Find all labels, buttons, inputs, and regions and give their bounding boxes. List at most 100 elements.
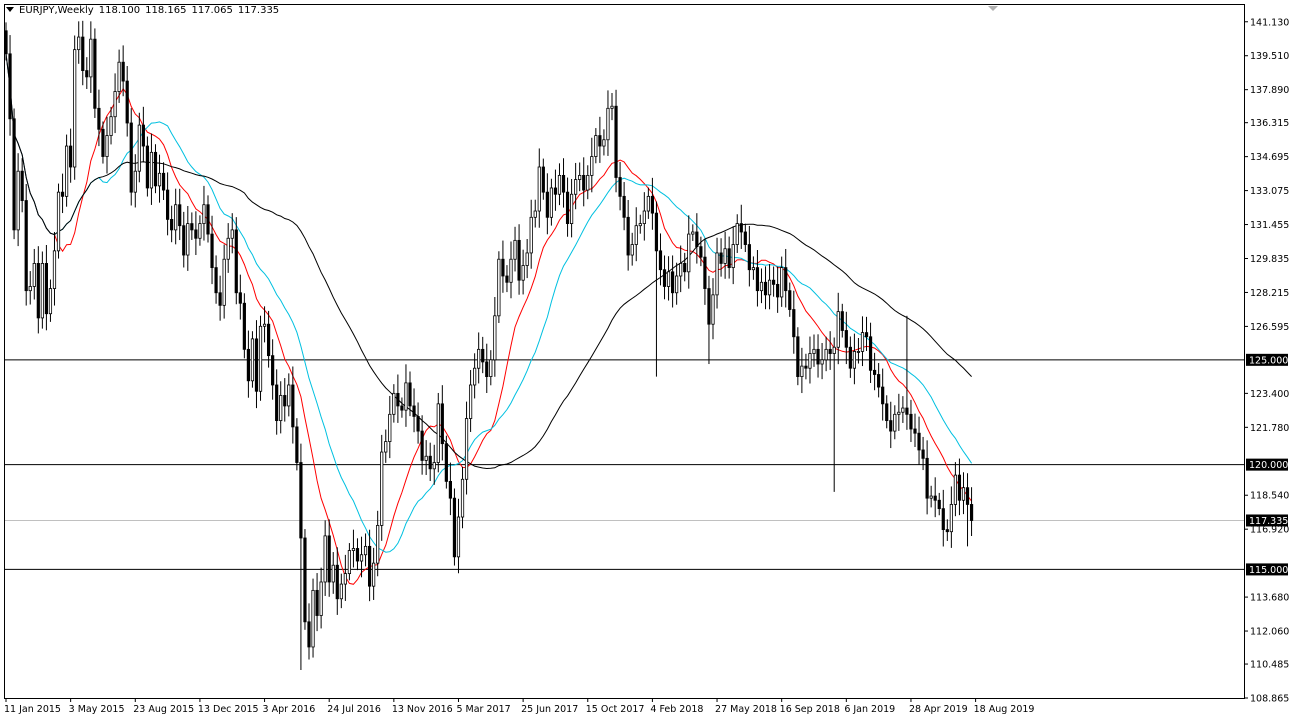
- candle: [828, 331, 832, 370]
- candle: [553, 169, 558, 211]
- candle-body: [214, 267, 218, 294]
- candle-body: [961, 487, 966, 501]
- candle-body: [416, 416, 420, 432]
- candle: [32, 248, 36, 300]
- candle-body: [40, 263, 44, 319]
- candle-body: [262, 323, 267, 327]
- candle: [477, 332, 481, 384]
- candle: [731, 226, 735, 285]
- price-chart[interactable]: 141.130 139.510 137.890 136.315 134.695 133.0…: [0, 0, 1292, 722]
- candle-body: [610, 105, 614, 109]
- candle: [965, 473, 970, 547]
- y-tick-label: 123.400: [1250, 389, 1289, 400]
- candle-body: [287, 384, 291, 407]
- candle: [852, 333, 857, 385]
- candle-body: [586, 174, 590, 191]
- candle-body: [650, 195, 655, 214]
- candle-body: [279, 395, 283, 422]
- candle-body: [125, 80, 129, 124]
- candle-body: [602, 139, 606, 147]
- candle-body: [808, 353, 812, 369]
- candle-body: [145, 145, 149, 189]
- candle: [844, 311, 848, 365]
- candle-body: [557, 174, 562, 195]
- candle-body: [848, 346, 852, 369]
- y-tick-label: 141.130: [1250, 17, 1289, 28]
- candle: [464, 401, 469, 495]
- candle: [206, 195, 210, 243]
- candle-body: [969, 504, 974, 521]
- candle: [105, 116, 109, 174]
- candle: [820, 343, 824, 380]
- candle: [452, 488, 457, 566]
- candle: [4, 22, 8, 61]
- candle: [153, 144, 158, 194]
- candle-body: [182, 225, 186, 256]
- candle-body: [4, 30, 8, 55]
- scroll-marker-icon[interactable]: [988, 6, 998, 11]
- candle-body: [816, 348, 820, 365]
- candle: [271, 339, 275, 400]
- candle: [565, 177, 570, 237]
- candle-body: [804, 365, 808, 369]
- candle: [396, 374, 400, 423]
- candle: [400, 397, 404, 418]
- candle: [319, 567, 323, 629]
- candle-body: [662, 269, 667, 287]
- candle: [590, 137, 594, 193]
- candle: [626, 199, 630, 271]
- x-tick-label: 15 Oct 2017: [586, 704, 645, 715]
- candle-body: [295, 426, 299, 463]
- candle-body: [634, 225, 638, 245]
- candle: [81, 20, 85, 86]
- candle-body: [121, 61, 125, 82]
- candle-body: [683, 263, 687, 273]
- candle-body: [291, 384, 295, 428]
- candle-body: [905, 407, 909, 415]
- candle: [945, 519, 949, 541]
- candle: [747, 225, 751, 287]
- candle-body: [408, 382, 412, 407]
- candle: [388, 395, 392, 459]
- candle: [614, 89, 618, 193]
- plot-frame: [4, 4, 1245, 699]
- price-tag-label: 125.000: [1249, 355, 1288, 366]
- candle: [570, 178, 574, 238]
- candle-body: [953, 474, 958, 505]
- candle-body: [909, 413, 913, 430]
- candle: [816, 334, 820, 378]
- candle: [48, 279, 53, 322]
- candle: [254, 320, 259, 409]
- candle-body: [590, 156, 594, 176]
- candle: [481, 336, 485, 374]
- candle-body: [513, 239, 517, 260]
- candle-body: [873, 369, 877, 375]
- candle: [363, 533, 368, 567]
- candle: [355, 538, 360, 571]
- candle: [679, 245, 683, 293]
- candle-body: [206, 204, 210, 235]
- candle-body: [174, 204, 178, 231]
- candle: [440, 385, 444, 461]
- candle-body: [460, 478, 465, 518]
- candle: [537, 148, 541, 228]
- candle-body: [85, 70, 89, 78]
- candle: [695, 213, 699, 264]
- x-tick-label: 23 Aug 2015: [133, 704, 194, 715]
- candle-body: [109, 116, 113, 136]
- x-tick-label: 13 Dec 2015: [198, 704, 259, 715]
- candle: [266, 310, 271, 368]
- candle-body: [812, 348, 816, 354]
- candle-body: [941, 508, 945, 530]
- candle-body: [380, 451, 384, 526]
- candle-body: [727, 248, 731, 269]
- candle: [489, 350, 493, 386]
- candle: [234, 217, 238, 305]
- candle: [808, 336, 812, 384]
- candle: [860, 316, 865, 367]
- candle-body: [242, 302, 246, 350]
- candle-body: [614, 105, 618, 178]
- candle-body: [751, 267, 756, 271]
- candle-body: [832, 346, 836, 354]
- candle-body: [533, 210, 537, 218]
